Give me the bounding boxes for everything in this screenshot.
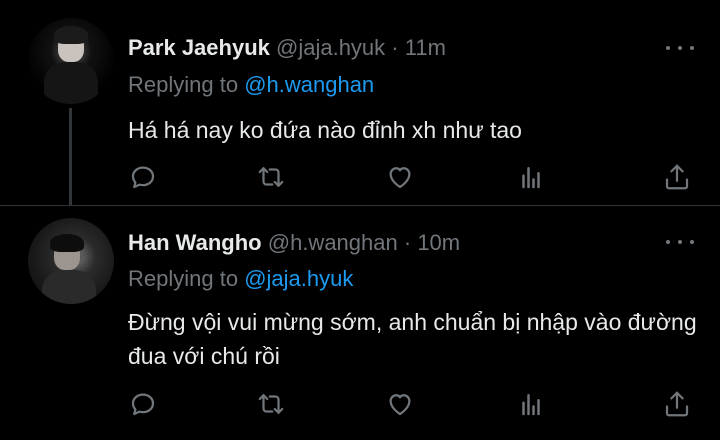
stats-icon[interactable] bbox=[516, 162, 546, 192]
mention-link[interactable]: @h.wanghan bbox=[244, 72, 374, 97]
more-icon[interactable] bbox=[666, 38, 694, 58]
reply-icon[interactable] bbox=[128, 389, 158, 419]
author-handle[interactable]: @jaja.hyuk bbox=[276, 35, 385, 60]
action-bar bbox=[128, 162, 694, 192]
avatar[interactable] bbox=[28, 18, 114, 104]
avatar[interactable] bbox=[28, 218, 114, 304]
replying-to: Replying to @h.wanghan bbox=[128, 72, 374, 98]
tweet-header: Park Jaehyuk @jaja.hyuk · 11m bbox=[128, 35, 446, 61]
avatar-figure-hair bbox=[54, 26, 88, 44]
tweet-text: Đừng vội vui mừng sớm, anh chuẩn bị nhập… bbox=[128, 309, 697, 369]
separator-dot: · bbox=[391, 35, 399, 60]
tweet-header: Han Wangho @h.wanghan · 10m bbox=[128, 230, 460, 256]
retweet-icon[interactable] bbox=[256, 162, 286, 192]
action-bar bbox=[128, 389, 694, 419]
thread-line bbox=[69, 108, 72, 205]
retweet-icon[interactable] bbox=[256, 389, 286, 419]
author-handle[interactable]: @h.wanghan bbox=[268, 230, 398, 255]
like-icon[interactable] bbox=[385, 162, 415, 192]
replying-prefix: Replying to bbox=[128, 72, 245, 97]
tweet[interactable]: Park Jaehyuk @jaja.hyuk · 11m Replying t… bbox=[0, 0, 720, 205]
like-icon[interactable] bbox=[385, 389, 415, 419]
separator-dot: · bbox=[403, 230, 412, 255]
tweet[interactable]: Han Wangho @h.wanghan · 10m Replying to … bbox=[0, 205, 720, 440]
replying-prefix: Replying to bbox=[128, 266, 245, 291]
avatar-figure-hair bbox=[50, 234, 84, 252]
author-name[interactable]: Han Wangho bbox=[128, 230, 262, 255]
reply-icon[interactable] bbox=[128, 162, 158, 192]
share-icon[interactable] bbox=[662, 162, 692, 192]
avatar-figure-body bbox=[42, 270, 96, 304]
tweet-time[interactable]: 11m bbox=[405, 35, 446, 60]
stats-icon[interactable] bbox=[516, 389, 546, 419]
avatar-figure-body bbox=[44, 62, 98, 104]
tweet-text: Há há nay ko đứa nào đỉnh xh như tao bbox=[128, 117, 522, 143]
replying-to: Replying to @jaja.hyuk bbox=[128, 266, 353, 292]
author-name[interactable]: Park Jaehyuk bbox=[128, 35, 270, 60]
more-icon[interactable] bbox=[666, 232, 694, 252]
mention-link[interactable]: @jaja.hyuk bbox=[244, 266, 353, 291]
share-icon[interactable] bbox=[662, 389, 692, 419]
tweet-time[interactable]: 10m bbox=[417, 230, 460, 255]
